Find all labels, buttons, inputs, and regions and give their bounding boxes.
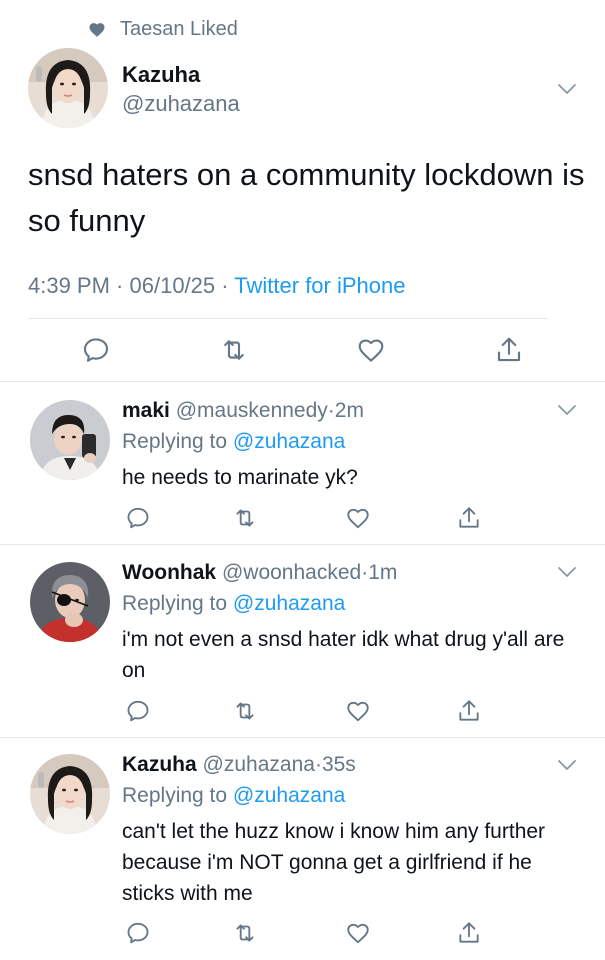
avatar-kazuha[interactable]: [30, 754, 110, 834]
divider: [28, 318, 548, 319]
author-name[interactable]: Kazuha: [122, 62, 200, 88]
avatar-maki[interactable]: [30, 400, 110, 480]
replying-to: Replying to @zuhazana: [122, 592, 345, 616]
retweet-button[interactable]: [232, 920, 258, 946]
divider: [0, 381, 605, 382]
retweet-icon: [236, 702, 254, 720]
reply-header: Woonhak @woonhacked·1m: [122, 561, 397, 585]
like-button[interactable]: [345, 920, 371, 946]
tweet-date: 06/10/25: [129, 273, 216, 298]
dot-separator: ·: [327, 399, 335, 422]
meta-separator: ·: [109, 273, 130, 298]
share-icon: [497, 337, 521, 362]
reply-button[interactable]: [125, 920, 151, 946]
tweet-source-link[interactable]: Twitter for iPhone: [234, 273, 405, 298]
replying-to: Replying to @zuhazana: [122, 784, 345, 808]
divider: [0, 737, 605, 738]
retweet-icon: [236, 509, 254, 527]
chevron-down-icon[interactable]: [557, 759, 577, 771]
reply-time: 2m: [334, 399, 364, 422]
heart-outline-icon: [358, 339, 384, 362]
like-button[interactable]: [345, 505, 371, 531]
chevron-down-icon[interactable]: [557, 404, 577, 416]
share-button[interactable]: [494, 335, 524, 365]
replying-to: Replying to @zuhazana: [122, 430, 345, 454]
reply-author-name[interactable]: maki: [122, 399, 170, 422]
dot-separator: ·: [314, 753, 322, 776]
share-button[interactable]: [456, 505, 482, 531]
reply-text: he needs to marinate yk?: [122, 466, 358, 489]
reply-author-handle[interactable]: @zuhazana: [203, 753, 315, 776]
reply-button[interactable]: [125, 505, 151, 531]
social-context: Taesan Liked: [88, 18, 238, 41]
share-icon: [459, 700, 479, 721]
reply-button[interactable]: [125, 698, 151, 724]
reply-icon: [127, 922, 149, 944]
heart-outline-icon: [347, 701, 369, 722]
share-icon: [459, 507, 479, 528]
reply-time: 1m: [368, 561, 398, 584]
avatar-kazuha[interactable]: [28, 48, 108, 128]
reply-icon: [83, 338, 109, 362]
tweet-meta: 4:39 PM · 06/10/25 · Twitter for iPhone: [28, 273, 405, 299]
reply-author-handle[interactable]: @woonhacked: [222, 561, 361, 584]
share-icon: [459, 922, 479, 943]
reply-header: maki @mauskennedy·2m: [122, 399, 364, 423]
reply-text: can't let the huzz know i know him any f…: [122, 820, 546, 905]
mention-link[interactable]: @zuhazana: [233, 430, 345, 453]
tweet-text: snsd haters on a community lockdown is s…: [28, 157, 585, 238]
reply-author-name[interactable]: Kazuha: [122, 753, 197, 776]
retweet-button[interactable]: [232, 505, 258, 531]
reply-author-handle[interactable]: @mauskennedy: [176, 399, 328, 422]
retweet-icon: [224, 340, 244, 360]
reply-icon: [127, 700, 149, 722]
chevron-down-icon[interactable]: [557, 566, 577, 578]
like-button[interactable]: [345, 698, 371, 724]
mention-link[interactable]: @zuhazana: [233, 784, 345, 807]
replying-label: Replying to: [122, 430, 228, 453]
avatar-woonhak[interactable]: [30, 562, 110, 642]
author-handle[interactable]: @zuhazana: [122, 91, 240, 117]
heart-outline-icon: [347, 923, 369, 944]
retweet-button[interactable]: [219, 335, 249, 365]
reply-author-name[interactable]: Woonhak: [122, 561, 216, 584]
tweet-time: 4:39 PM: [28, 273, 110, 298]
retweet-button[interactable]: [232, 698, 258, 724]
replying-label: Replying to: [122, 784, 228, 807]
retweet-icon: [236, 924, 254, 942]
heart-filled-icon: [89, 22, 105, 37]
share-button[interactable]: [456, 920, 482, 946]
meta-separator: ·: [215, 273, 235, 298]
chevron-down-icon[interactable]: [557, 83, 577, 95]
reply-time: 35s: [321, 753, 356, 776]
reply-text: i'm not even a snsd hater idk what drug …: [122, 628, 565, 682]
liked-by-label: Taesan Liked: [120, 18, 238, 40]
reply-header: Kazuha @zuhazana·35s: [122, 753, 356, 777]
heart-outline-icon: [347, 508, 369, 529]
reply-icon: [127, 507, 149, 529]
like-button[interactable]: [356, 335, 386, 365]
replying-label: Replying to: [122, 592, 228, 615]
divider: [0, 544, 605, 545]
share-button[interactable]: [456, 698, 482, 724]
reply-button[interactable]: [81, 335, 111, 365]
mention-link[interactable]: @zuhazana: [233, 592, 345, 615]
